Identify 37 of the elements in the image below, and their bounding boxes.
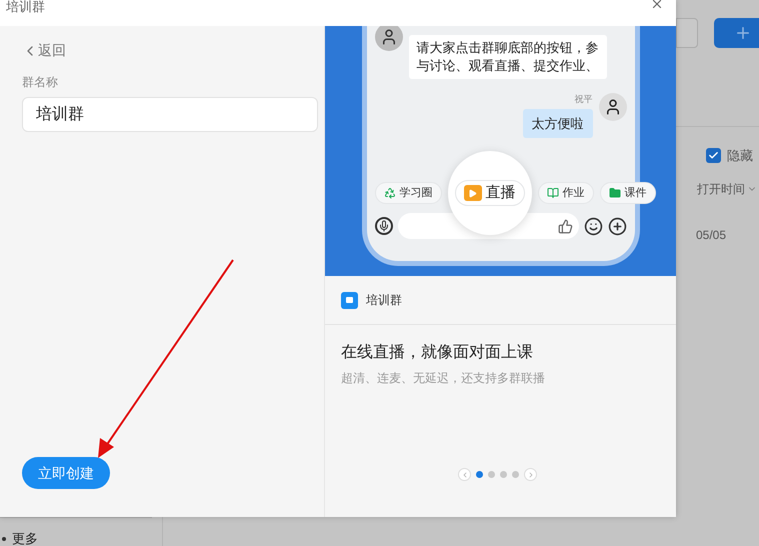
date-cell-text: 05/05 xyxy=(696,226,728,244)
message-bubble: 太方便啦 xyxy=(522,108,592,138)
close-icon[interactable] xyxy=(650,0,664,11)
tv-icon xyxy=(464,185,482,201)
add-button[interactable] xyxy=(714,18,759,48)
sender-name: 祝平 xyxy=(574,93,592,106)
thumbs-up-icon xyxy=(558,218,572,234)
group-name: 培训群 xyxy=(366,292,402,309)
toolbar-chip[interactable]: 直播 xyxy=(454,180,524,206)
toolbar-button[interactable] xyxy=(676,18,698,48)
checkbox[interactable] xyxy=(706,148,721,164)
plus-icon[interactable] xyxy=(608,216,626,236)
avatar xyxy=(598,93,626,121)
checkbox-label: 隐藏 xyxy=(727,147,753,165)
recycle-icon xyxy=(384,187,396,199)
column-header[interactable]: 打开时间 xyxy=(697,180,745,198)
folder-icon xyxy=(608,187,620,199)
dialog-title: 培训群 xyxy=(6,0,45,14)
smiley-icon[interactable] xyxy=(584,216,602,236)
bullet-icon xyxy=(2,537,6,541)
avatar xyxy=(374,26,402,51)
more-link[interactable]: 更多 xyxy=(12,532,38,546)
previous-button[interactable] xyxy=(458,468,471,481)
next-button[interactable] xyxy=(524,468,537,481)
group-icon xyxy=(341,292,358,308)
microphone-icon[interactable] xyxy=(374,217,392,235)
book-icon xyxy=(546,187,558,199)
toolbar-chip[interactable]: 作业 xyxy=(538,182,594,204)
toolbar-chip[interactable]: 学习圈 xyxy=(374,182,442,204)
feature-description: 超清、连麦、无延迟，还支持多群联播 xyxy=(340,370,546,387)
check-icon xyxy=(708,150,719,162)
message-bubble: 请大家点击群聊底部的按钮，参与讨论、观看直播、提交作业、 xyxy=(408,35,606,79)
field-label: 群名称 xyxy=(22,74,59,91)
back-link[interactable]: 返回 xyxy=(22,40,66,61)
toolbar-chip[interactable]: 课件 xyxy=(600,182,656,204)
feature-headline: 在线直播，就像面对面上课 xyxy=(340,342,534,363)
group-name-field[interactable]: 培训群 xyxy=(22,97,318,132)
